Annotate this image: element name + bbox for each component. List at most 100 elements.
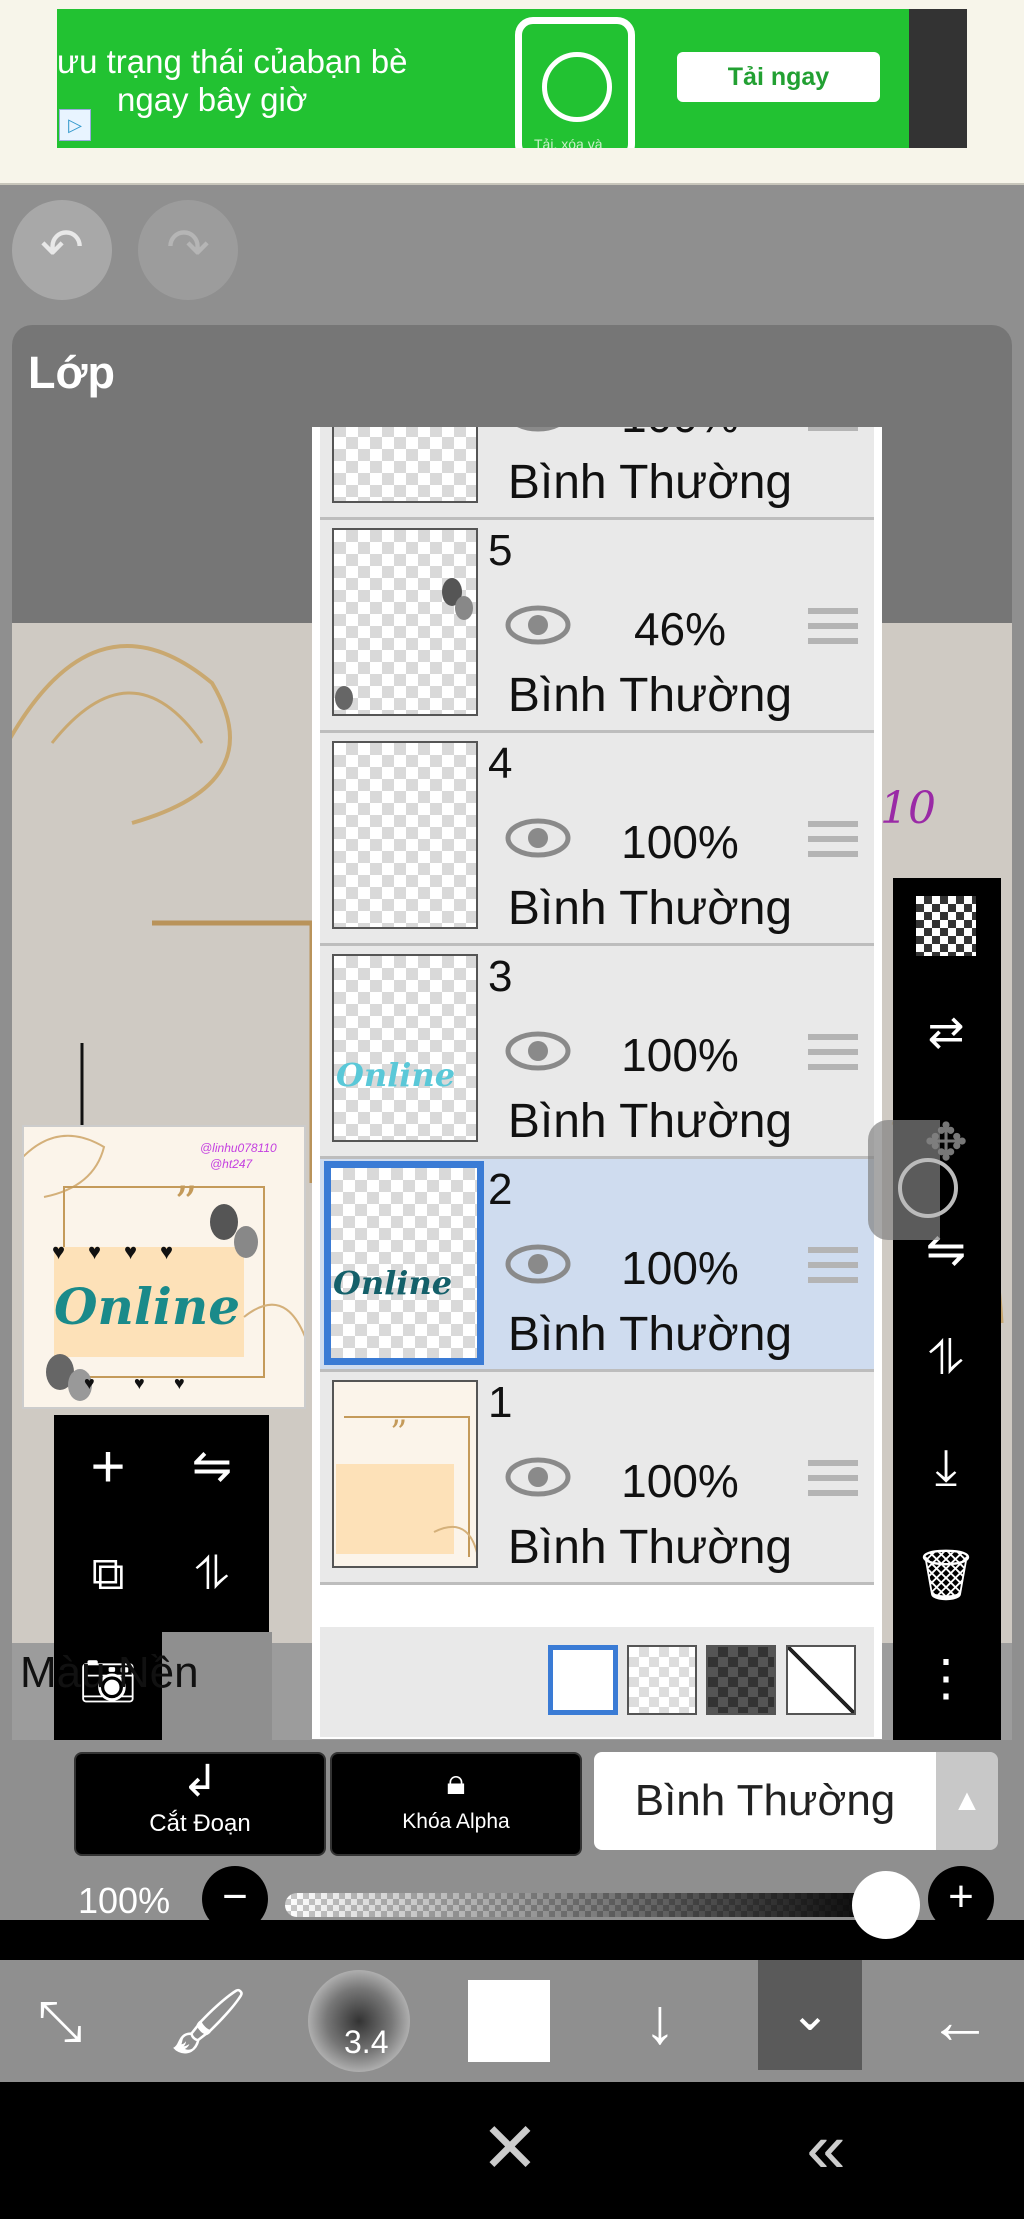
layer-opacity[interactable]: 100%	[605, 1241, 755, 1295]
layer-opacity[interactable]: 100%	[605, 815, 755, 869]
layer-number: 4	[488, 739, 513, 788]
alpha-lock-button[interactable]: 🔒︎ Khóa Alpha	[330, 1752, 582, 1856]
brush-size-indicator[interactable]: 3.4	[308, 1970, 410, 2072]
undo-icon[interactable]: ↶	[12, 200, 112, 300]
drag-handle-icon[interactable]	[808, 427, 858, 431]
visibility-eye-icon[interactable]	[505, 818, 571, 858]
back-arrow-icon[interactable]: ←	[900, 1960, 1020, 2082]
ad-text-line2: ngay bây giờ	[117, 81, 308, 118]
preview-handle2: @ht247	[210, 1157, 253, 1171]
svg-text:♥: ♥	[88, 1239, 101, 1264]
layer-opacity[interactable]: 100%	[605, 1028, 755, 1082]
layer-row[interactable]: ” 1 100% Bình Thường	[320, 1372, 874, 1585]
drag-handle-icon[interactable]	[808, 1460, 858, 1496]
layer-row-selected[interactable]: Online 2 100% Bình Thường	[320, 1159, 874, 1372]
layer-blend-mode[interactable]: Bình Thường	[470, 1307, 830, 1362]
layer-blend-mode[interactable]: Bình Thường	[470, 881, 830, 936]
layer-thumbnail: ”	[332, 1380, 478, 1568]
redo-icon[interactable]: ↷	[138, 200, 238, 300]
layer-row[interactable]: 100% Bình Thường	[320, 427, 874, 520]
close-x-icon[interactable]: ✕	[470, 2108, 550, 2188]
layer-opacity[interactable]: 46%	[605, 602, 755, 656]
adchoices-icon[interactable]: ▷	[59, 109, 91, 141]
drag-handle-icon[interactable]	[808, 1034, 858, 1070]
preview-art: ” ♥ ♥ ♥ ♥ ♥ ♥ ♥	[24, 1134, 304, 1401]
svg-text:10: 10	[880, 783, 936, 834]
svg-text:♥: ♥	[124, 1239, 137, 1264]
layer-row[interactable]: Online 3 100% Bình Thường	[320, 946, 874, 1159]
brush-icon[interactable]: 🖌︎	[148, 1960, 268, 2082]
chevron-double-down-icon[interactable]: ⌄	[758, 1960, 862, 2070]
svg-text:♥: ♥	[160, 1239, 173, 1264]
ad-banner[interactable]: ưu trạng thái củabạn bè ngay bây giờ Tải…	[57, 9, 909, 148]
main-toolbar: ⤡ 🖌︎ 3.4 ↓ ⌄ ←	[0, 1960, 1024, 2082]
bg-white-swatch[interactable]	[548, 1645, 618, 1715]
canvas-preview[interactable]: ” ♥ ♥ ♥ ♥ ♥ ♥ ♥ @linhu078110 @ht247 Online	[22, 1125, 306, 1409]
double-back-icon[interactable]: «	[786, 2108, 866, 2188]
visibility-eye-icon[interactable]	[505, 1457, 571, 1497]
swap-layers-icon[interactable]: ⇄	[913, 1000, 979, 1066]
side-handle[interactable]	[868, 1120, 958, 1240]
layer-thumbnail: Online	[332, 954, 478, 1142]
flip-horizontal-icon[interactable]: ⇋	[172, 1427, 252, 1507]
visibility-eye-icon[interactable]	[505, 427, 571, 432]
visibility-eye-icon[interactable]	[505, 1031, 571, 1071]
preview-word: Online	[54, 1277, 241, 1336]
layer-blend-mode[interactable]: Bình Thường	[470, 1094, 830, 1149]
flip-vertical-icon[interactable]: ⥮	[172, 1533, 252, 1613]
drag-handle-icon[interactable]	[808, 821, 858, 857]
panel-title: Lớp	[28, 347, 115, 398]
layer-tools-toolbar: ⇄ ✥ ⇋ ⥮ ⤓ 🗑︎ ⋮	[893, 878, 1001, 1740]
install-now-button[interactable]: Tải ngay	[677, 52, 880, 102]
trash-icon[interactable]: 🗑︎	[913, 1542, 979, 1608]
layer-thumbnail	[332, 427, 478, 503]
color-swatch[interactable]	[468, 1980, 550, 2062]
opacity-slider-knob[interactable]	[852, 1871, 920, 1939]
svg-text:♥: ♥	[52, 1239, 65, 1264]
add-layer-icon[interactable]: +	[68, 1427, 148, 1507]
opacity-label: 100%	[78, 1880, 171, 1921]
duplicate-layer-icon[interactable]: ⧉	[68, 1533, 148, 1613]
layer-row[interactable]: 4 100% Bình Thường	[320, 733, 874, 946]
layer-number: 1	[488, 1378, 513, 1427]
svg-text:”: ”	[390, 1413, 407, 1453]
bg-transparent-dark-swatch[interactable]	[706, 1645, 776, 1715]
bg-none-swatch[interactable]	[786, 1645, 856, 1715]
clipping-button[interactable]: ↲ Cắt Đoạn	[74, 1752, 326, 1856]
layer-opacity[interactable]: 100%	[605, 1454, 755, 1508]
visibility-eye-icon[interactable]	[505, 605, 571, 645]
layer-blend-mode[interactable]: Bình Thường	[470, 668, 830, 723]
whatsapp-status-icon	[542, 52, 612, 122]
transform-tool-icon[interactable]: ⤡	[0, 1960, 120, 2082]
flip-vertical-icon[interactable]: ⥮	[913, 1326, 979, 1392]
thumb-text: Online	[336, 1056, 456, 1094]
layer-number: 2	[488, 1165, 513, 1214]
arrow-down-icon[interactable]: ↓	[600, 1960, 720, 2082]
layer-opacity[interactable]: 100%	[605, 427, 755, 443]
layer-blend-mode[interactable]: Bình Thường	[470, 1520, 830, 1575]
decrease-opacity-button[interactable]: −	[202, 1866, 268, 1932]
chevron-up-icon[interactable]: ▲	[936, 1752, 998, 1850]
lock-icon: 🔒︎	[446, 1761, 466, 1802]
layer-list[interactable]: 100% Bình Thường 5 46% Bình Thường 4 100…	[312, 427, 882, 1739]
rotate-handle-icon	[898, 1158, 958, 1218]
ad-text-line1: ưu trạng thái củabạn bè	[57, 43, 408, 80]
layer-blend-mode[interactable]: Bình Thường	[470, 455, 830, 510]
layer-row[interactable]: 5 46% Bình Thường	[320, 520, 874, 733]
layer-thumbnail: Online	[324, 1161, 484, 1365]
transparency-checker-icon[interactable]	[916, 896, 976, 956]
opacity-slider[interactable]	[285, 1893, 893, 1917]
blend-mode-select[interactable]: Bình Thường	[594, 1752, 936, 1850]
increase-opacity-button[interactable]: +	[928, 1866, 994, 1932]
more-options-icon[interactable]: ⋮	[913, 1650, 979, 1716]
clip-arrow-icon: ↲	[181, 1757, 219, 1806]
preview-handle1: @linhu078110	[200, 1141, 277, 1155]
drag-handle-icon[interactable]	[808, 608, 858, 644]
drag-handle-icon[interactable]	[808, 1247, 858, 1283]
phone-caption: Tải, xóa và	[534, 136, 603, 148]
brush-size-value: 3.4	[344, 2024, 389, 2060]
bg-transparent-light-swatch[interactable]	[627, 1645, 697, 1715]
ad-side-panel	[909, 9, 967, 148]
merge-down-icon[interactable]: ⤓	[913, 1434, 979, 1500]
visibility-eye-icon[interactable]	[505, 1244, 571, 1284]
